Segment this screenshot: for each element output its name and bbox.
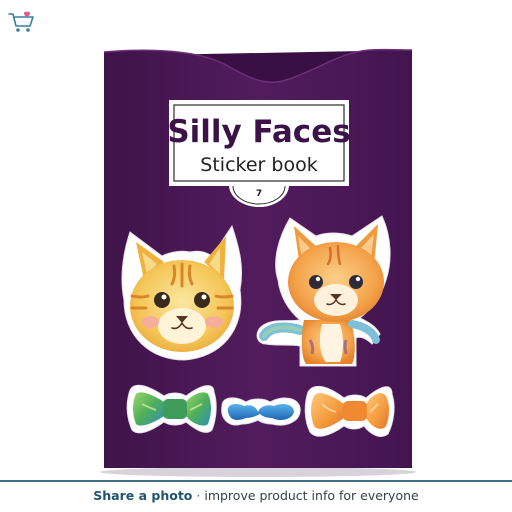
footer-message: improve product info for everyone [204, 488, 419, 503]
blue-mustache-icon [221, 397, 301, 426]
share-photo-link[interactable]: Share a photo [93, 488, 192, 503]
cart-heart-icon[interactable] [6, 8, 38, 36]
footer-bar: Share a photo · improve product info for… [0, 482, 512, 512]
book-shadow [100, 467, 416, 477]
cover-subtitle: Sticker book [200, 154, 317, 176]
product-photo: Silly Faces Sticker book 7 [100, 48, 416, 477]
page: Silly Faces Sticker book 7 Share a photo… [0, 0, 512, 512]
badge-number: 7 [256, 189, 262, 199]
cover-title: Silly Faces [167, 114, 350, 150]
